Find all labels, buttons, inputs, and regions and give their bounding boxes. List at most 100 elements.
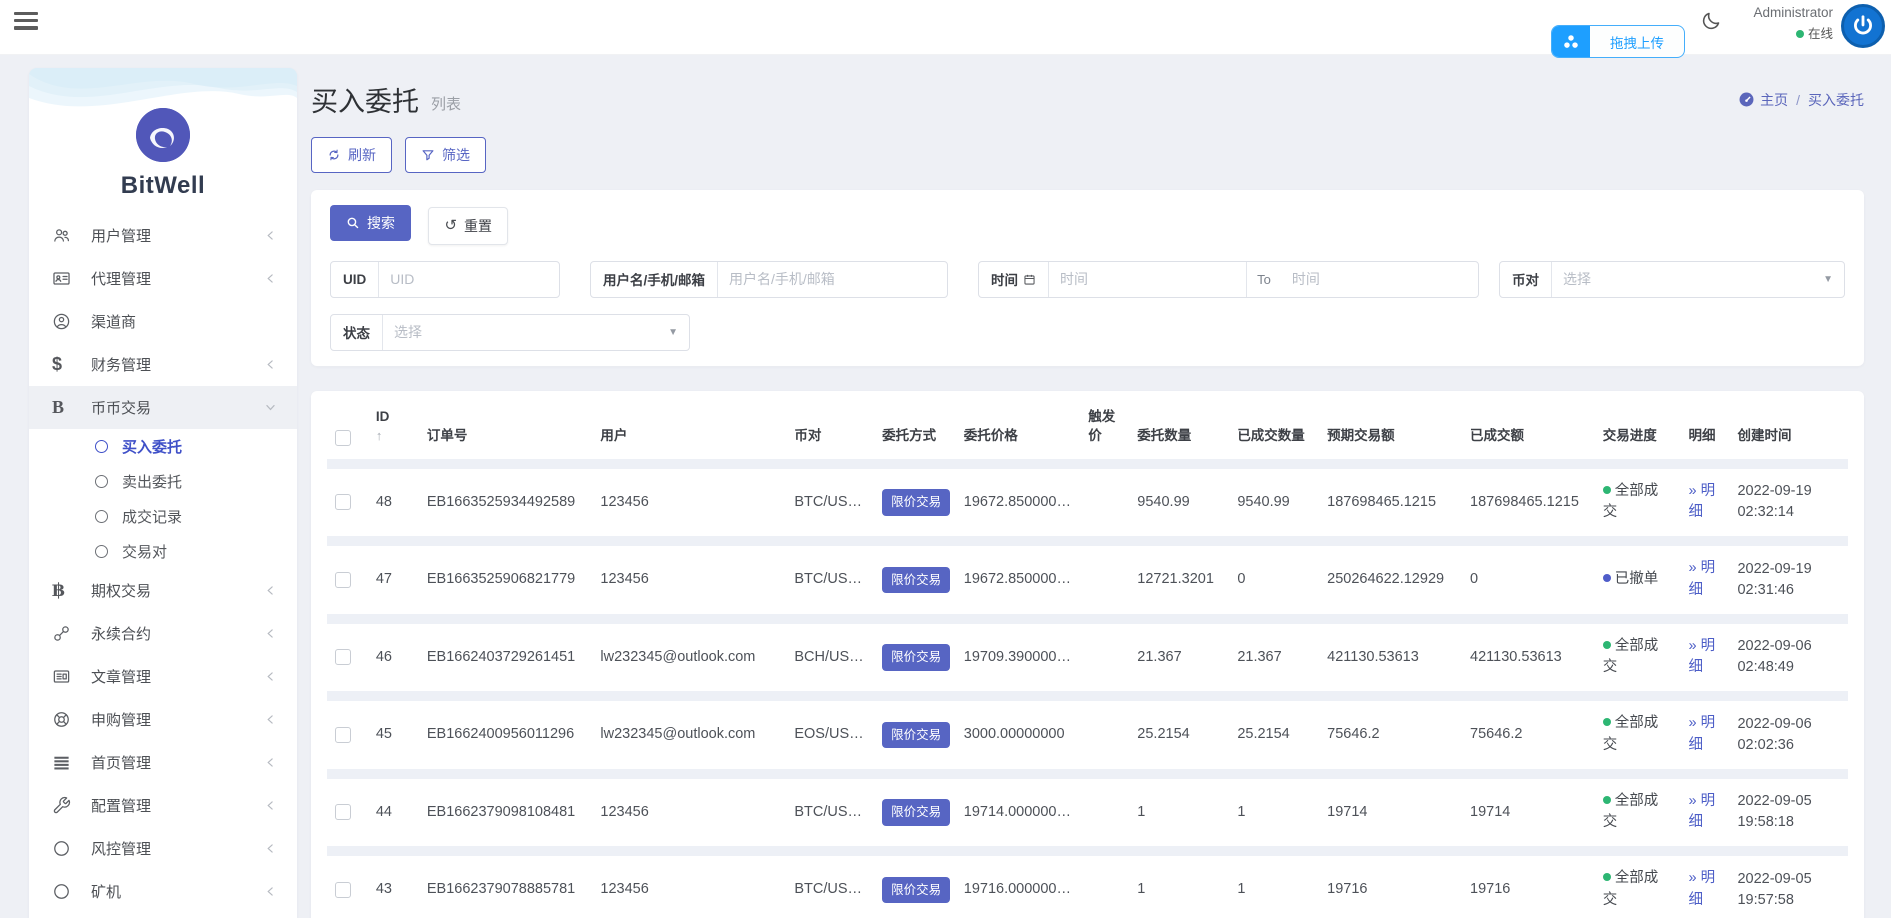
sidebar-item-baht[interactable]: ฿ 期权交易 <box>29 569 297 612</box>
breadcrumb: 主页 / 买入委托 <box>1738 90 1864 110</box>
detail-link[interactable]: » 明细 <box>1688 870 1715 908</box>
cell-trigger-price <box>1080 469 1129 537</box>
orders-table: ID ↑ 订单号 用户 币对 委托方式 委托价格 触发价 委托数量 已成交数量 预… <box>327 391 1848 918</box>
sidebar-item-idcard[interactable]: 代理管理 <box>29 257 297 300</box>
row-gap <box>327 768 1848 779</box>
row-gap <box>327 613 1848 624</box>
main-content: 买入委托 列表 主页 / 买入委托 刷新 筛选 搜索 ↺ 重置 UID UID … <box>311 55 1864 918</box>
sidebar-subitem[interactable]: 卖出委托 <box>29 464 297 499</box>
row-checkbox[interactable] <box>335 494 351 511</box>
status-select-group: 状态 选择 ▼ <box>330 313 690 351</box>
col-user: 用户 <box>600 428 628 444</box>
filter-button[interactable]: 筛选 <box>405 137 486 173</box>
row-checkbox[interactable] <box>335 649 351 666</box>
sidebar-item-bitcoinB[interactable]: B 币币交易 <box>29 386 297 429</box>
sidebar-item-person[interactable]: 渠道商 <box>29 300 297 343</box>
orders-table-card: ID ↑ 订单号 用户 币对 委托方式 委托价格 触发价 委托数量 已成交数量 预… <box>311 390 1864 918</box>
cell-filled-value: 19716 <box>1470 881 1511 897</box>
cell-created: 2022-09-05 19:58:18 <box>1737 793 1812 831</box>
lifebuoy-icon <box>52 710 79 729</box>
table-row: 46 EB1662403729261451 lw232345@outlook.c… <box>327 624 1848 692</box>
detail-link[interactable]: » 明细 <box>1688 560 1715 598</box>
status-dot <box>1602 640 1611 649</box>
search-button[interactable]: 搜索 <box>330 205 411 241</box>
sidebar-item-label: 永续合约 <box>91 626 152 643</box>
row-checkbox[interactable] <box>335 881 351 898</box>
cell-user: 123456 <box>600 881 649 897</box>
time-from-input[interactable] <box>1049 261 1247 297</box>
bitcoinB-icon: B <box>52 397 65 417</box>
reset-button[interactable]: ↺ 重置 <box>428 206 509 245</box>
order-type-badge: 限价交易 <box>882 644 951 671</box>
col-trigger-price: 触发价 <box>1088 408 1116 444</box>
sort-asc-icon: ↑ <box>375 427 383 443</box>
cell-price: 3000.00000000 <box>963 726 1065 742</box>
sidebar-item-wrench[interactable]: 配置管理 <box>29 784 297 827</box>
circle-icon <box>52 839 79 858</box>
cell-filled-amount: 21.367 <box>1237 648 1282 665</box>
col-id[interactable]: ID ↑ <box>368 391 419 459</box>
account-field-group: 用户名/手机/邮箱 <box>590 260 948 298</box>
row-checkbox[interactable] <box>335 726 351 743</box>
detail-link[interactable]: » 明细 <box>1688 483 1715 521</box>
status-label: 状态 <box>331 314 383 350</box>
status-dot <box>1602 485 1611 494</box>
sidebar-item-chain[interactable]: 永续合约 <box>29 612 297 655</box>
uid-input[interactable] <box>379 261 559 297</box>
select-all-checkbox[interactable] <box>335 429 351 446</box>
col-filled-amount: 已成交数量 <box>1237 428 1305 444</box>
col-detail: 明细 <box>1688 428 1716 444</box>
avatar[interactable] <box>1841 4 1885 48</box>
news-icon <box>52 667 79 686</box>
chevron-left-icon <box>264 584 277 597</box>
sidebar-subitem[interactable]: 买入委托 <box>29 429 297 464</box>
funnel-icon <box>421 148 435 162</box>
sidebar-subitem[interactable]: 交易对 <box>29 534 297 569</box>
breadcrumb-home-link[interactable]: 主页 <box>1738 90 1788 110</box>
online-status-dot <box>1795 29 1804 38</box>
cell-pair: EOS/USDT <box>794 726 869 742</box>
cell-progress: 全部成交 <box>1602 482 1659 521</box>
circle-icon <box>95 545 108 558</box>
account-input[interactable] <box>718 261 947 297</box>
row-checkbox[interactable] <box>335 571 351 588</box>
row-gap <box>327 846 1848 857</box>
sidebar-subitem[interactable]: 成交记录 <box>29 499 297 534</box>
user-info[interactable]: Administrator 在线 <box>1703 5 1833 42</box>
hamburger-menu-icon[interactable] <box>14 12 38 31</box>
detail-link[interactable]: » 明细 <box>1688 715 1715 753</box>
sidebar-item-news[interactable]: 文章管理 <box>29 655 297 698</box>
cell-amount: 9540.99 <box>1137 493 1190 510</box>
sidebar-item-label: 文章管理 <box>91 669 152 686</box>
cell-trigger-price <box>1080 546 1129 614</box>
sidebar-item-users[interactable]: 用户管理 <box>29 214 297 257</box>
detail-link[interactable]: » 明细 <box>1688 638 1715 676</box>
cell-trigger-price <box>1080 856 1129 918</box>
pair-select[interactable]: 选择 ▼ <box>1552 262 1844 297</box>
dashboard-gauge-icon <box>1738 91 1755 108</box>
row-gap <box>327 458 1848 469</box>
sidebar-item-dollar[interactable]: $ 财务管理 <box>29 343 297 386</box>
detail-link[interactable]: » 明细 <box>1688 793 1715 831</box>
cell-expected-value: 421130.53613 <box>1327 648 1419 665</box>
time-to-separator: To <box>1246 261 1281 297</box>
time-to-input[interactable] <box>1280 261 1478 297</box>
drag-upload-button[interactable]: 拖拽上传 <box>1551 25 1685 58</box>
cell-user: lw232345@outlook.com <box>600 648 756 665</box>
cell-trigger-price <box>1080 624 1129 692</box>
breadcrumb-separator: / <box>1796 91 1800 108</box>
sidebar-item-label: 期权交易 <box>91 583 152 600</box>
refresh-button[interactable]: 刷新 <box>311 137 392 173</box>
status-dot <box>1602 574 1611 583</box>
sidebar-item-circle[interactable]: 风控管理 <box>29 827 297 870</box>
row-checkbox[interactable] <box>335 804 351 821</box>
uid-label: UID <box>331 261 380 297</box>
status-select[interactable]: 选择 ▼ <box>383 315 689 350</box>
cell-pair: BTC/USDT <box>794 881 867 897</box>
table-row: 48 EB1663525934492589 123456 BTC/USDT 限价… <box>327 469 1848 537</box>
cell-filled-amount: 1 <box>1237 881 1246 897</box>
sidebar-item-lifebuoy[interactable]: 申购管理 <box>29 698 297 741</box>
sidebar-item-list[interactable]: 首页管理 <box>29 741 297 784</box>
sidebar-item-circle[interactable]: 矿机 <box>29 870 297 913</box>
cell-pair: BTC/USDT <box>794 493 867 510</box>
